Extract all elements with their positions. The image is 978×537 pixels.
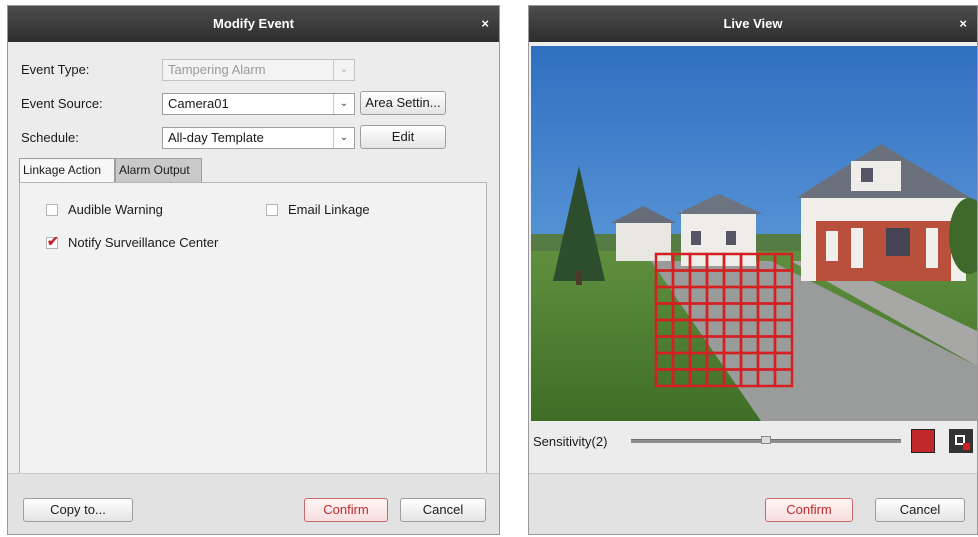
email-linkage-checkbox[interactable] — [266, 204, 278, 216]
event-source-select[interactable]: Camera01 ⌄ — [162, 93, 355, 115]
email-linkage-label: Email Linkage — [288, 202, 370, 217]
live-view-titlebar: Live View × — [529, 6, 977, 42]
linkage-action-panel: Audible Warning Email Linkage Notify Sur… — [19, 182, 487, 477]
modify-event-footer: Copy to... Confirm Cancel — [8, 473, 499, 534]
event-source-label: Event Source: — [21, 96, 103, 111]
chevron-down-icon[interactable]: ⌄ — [333, 128, 354, 148]
copy-to-button[interactable]: Copy to... — [23, 498, 133, 522]
event-type-label: Event Type: — [21, 62, 90, 77]
sensitivity-label: Sensitivity(2) — [533, 434, 608, 449]
dialog-title: Live View — [723, 16, 783, 31]
schedule-label: Schedule: — [21, 130, 79, 145]
event-type-value: Tampering Alarm — [168, 62, 266, 77]
schedule-value: All-day Template — [168, 130, 264, 145]
clear-area-icon[interactable] — [949, 429, 973, 453]
cancel-button[interactable]: Cancel — [400, 498, 486, 522]
cancel-button[interactable]: Cancel — [875, 498, 965, 522]
confirm-button[interactable]: Confirm — [304, 498, 388, 522]
tab-linkage-action[interactable]: Linkage Action — [19, 158, 115, 182]
close-icon[interactable]: × — [959, 6, 967, 42]
slider-thumb[interactable] — [761, 436, 771, 444]
chevron-down-icon: ⌄ — [333, 60, 354, 80]
event-source-value: Camera01 — [168, 96, 229, 111]
tab-alarm-output[interactable]: Alarm Output — [115, 158, 202, 182]
modify-event-dialog: Modify Event × Event Type: Tampering Ala… — [7, 5, 500, 535]
sensitivity-slider[interactable] — [631, 436, 901, 444]
live-view-footer: Confirm Cancel — [529, 473, 977, 534]
draw-area-icon[interactable] — [911, 429, 935, 453]
live-view-dialog: Live View × Sensitivity(2) Confirm Cance… — [528, 5, 978, 535]
chevron-down-icon[interactable]: ⌄ — [333, 94, 354, 114]
modify-event-titlebar: Modify Event × — [8, 6, 499, 42]
notify-surveillance-center-checkbox[interactable] — [46, 233, 59, 250]
audible-warning-label: Audible Warning — [68, 202, 163, 217]
notify-surveillance-center-label: Notify Surveillance Center — [68, 235, 219, 250]
area-settings-button[interactable]: Area Settin... — [360, 91, 446, 115]
audible-warning-checkbox[interactable] — [46, 204, 58, 216]
edit-schedule-button[interactable]: Edit — [360, 125, 446, 149]
close-icon[interactable]: × — [481, 6, 489, 42]
event-type-select: Tampering Alarm ⌄ — [162, 59, 355, 81]
camera-live-view[interactable] — [531, 46, 977, 421]
confirm-button[interactable]: Confirm — [765, 498, 853, 522]
schedule-select[interactable]: All-day Template ⌄ — [162, 127, 355, 149]
dialog-title: Modify Event — [213, 16, 294, 31]
camera-scene-image — [531, 46, 977, 421]
